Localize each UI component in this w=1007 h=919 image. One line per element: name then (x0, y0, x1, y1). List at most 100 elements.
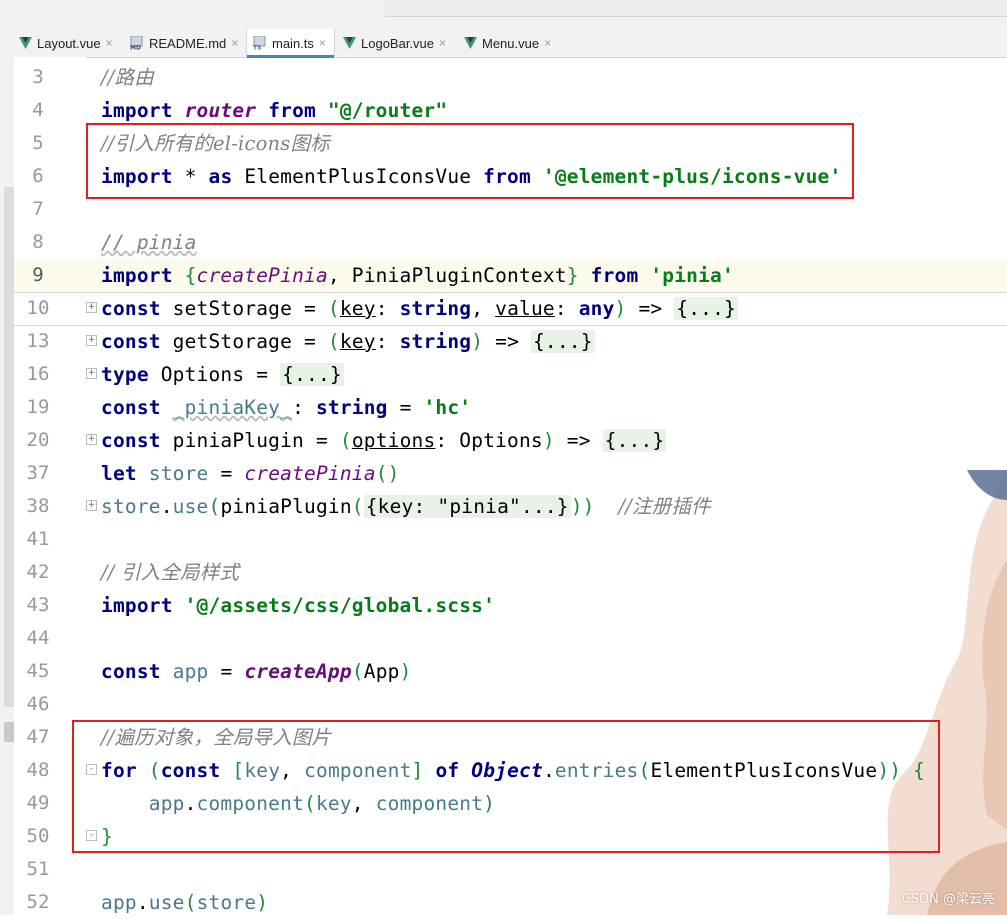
line-number: 7 (32, 198, 44, 220)
close-icon[interactable]: × (439, 36, 446, 50)
vue-file-icon (18, 36, 33, 50)
punctuation: , (327, 264, 340, 287)
close-icon[interactable]: × (319, 36, 326, 50)
operator: = (304, 297, 316, 320)
code-line[interactable]: 38 + store.use(piniaPlugin({key: "pinia"..… (14, 490, 1007, 523)
code-line[interactable]: 3 //路由 (14, 61, 1007, 94)
close-icon[interactable]: × (106, 36, 113, 50)
variable: app (101, 891, 137, 914)
parenthesis: ) (399, 660, 412, 683)
code-line[interactable]: 51 (14, 853, 1007, 886)
vue-file-icon (342, 36, 357, 50)
code-text: import '@/assets/css/global.scss' (101, 589, 495, 622)
code-line[interactable]: 49 app.component(key, component) (14, 787, 1007, 820)
punctuation: , (280, 759, 293, 782)
parameter: value (495, 297, 555, 320)
code-text: import router from "@/router" (101, 94, 447, 127)
code-line[interactable]: 46 (14, 688, 1007, 721)
code-text: // 引入全局样式 (101, 556, 239, 589)
keyword: of (435, 759, 460, 782)
string: '@/assets/css/global.scss' (184, 594, 496, 617)
operator: = (315, 429, 328, 452)
code-line[interactable]: 19 const _piniaKey_: string = 'hc' (14, 391, 1007, 424)
variable: app (172, 660, 209, 683)
code-line[interactable]: 42 // 引入全局样式 (14, 556, 1007, 589)
fold-expand-icon[interactable]: + (86, 500, 97, 511)
fold-collapse-icon[interactable]: - (86, 764, 97, 775)
code-line[interactable]: 44 (14, 622, 1007, 655)
method: use (172, 495, 209, 518)
code-line[interactable]: 37 let store = createPinia() (14, 457, 1007, 490)
line-number: 38 (26, 495, 50, 517)
watermark: CSDN @梁云亮 (901, 892, 995, 907)
line-number: 50 (26, 825, 50, 847)
tab-label: Menu.vue (482, 35, 540, 51)
code-line-current[interactable]: 9 import {createPinia, PiniaPluginContext… (14, 259, 1007, 293)
code-line[interactable]: 8 // pinia (14, 226, 1007, 259)
typescript-file-icon: TS (253, 36, 268, 50)
identifier: router (184, 99, 257, 122)
code-line[interactable]: 4 import router from "@/router" (14, 94, 1007, 127)
code-line[interactable]: 20 + const piniaPlugin = (options: Options… (14, 424, 1007, 457)
identifier: createPinia (196, 264, 328, 287)
fold-collapse-icon[interactable]: - (86, 830, 97, 841)
code-line[interactable]: 16 + type Options = {...} (14, 358, 1007, 391)
operator: * (184, 165, 197, 188)
parenthesis: ( (148, 759, 161, 782)
code-line[interactable]: 13 + const getStorage = (key: string) => {… (14, 325, 1007, 358)
code-line[interactable]: 52 app.use(store) (14, 886, 1007, 919)
parenthesis: ( (184, 891, 197, 914)
folded-region[interactable]: {...} (602, 429, 667, 452)
tab-menu-vue[interactable]: Menu.vue × (463, 29, 551, 57)
line-number: 48 (26, 759, 50, 781)
punctuation: . (184, 792, 197, 815)
keyword: import (101, 165, 173, 188)
line-number: 43 (26, 594, 50, 616)
code-line[interactable]: 6 import * as ElementPlusIconsVue from '@… (14, 160, 1007, 193)
folded-region[interactable]: {...} (674, 297, 738, 320)
code-text: app.use(store) (101, 886, 268, 919)
keyword: from (268, 99, 316, 122)
code-line[interactable]: 5 //引入所有的el-icons图标 (14, 127, 1007, 160)
code-line[interactable]: 43 import '@/assets/css/global.scss' (14, 589, 1007, 622)
parameter: key (339, 330, 376, 353)
code-line[interactable]: 50 -} (14, 820, 1007, 853)
code-text: } (101, 820, 113, 853)
tab-logobar-vue[interactable]: LogoBar.vue × (342, 29, 446, 57)
code-line[interactable]: 45 const app = createApp(App) (14, 655, 1007, 688)
left-tool-strip (0, 57, 14, 915)
fold-expand-icon[interactable]: + (86, 302, 97, 313)
code-line[interactable]: 7 (14, 193, 1007, 226)
close-icon[interactable]: × (231, 36, 238, 50)
code-text: const piniaPlugin = (options: Options) =… (101, 429, 667, 452)
code-line[interactable]: 10 + const setStorage = (key: string, valu… (14, 292, 1007, 326)
tab-readme-md[interactable]: MD README.md × (130, 29, 238, 57)
line-number: 51 (26, 858, 50, 880)
fold-expand-icon[interactable]: + (86, 335, 97, 346)
code-line[interactable]: 48 - for (const [key, component] of Object… (14, 754, 1007, 787)
keyword: import (101, 264, 173, 287)
line-number: 37 (26, 462, 50, 484)
folded-region[interactable]: {key: "pinia"...} (363, 495, 571, 518)
string: 'pinia' (650, 264, 734, 287)
keyword: const (101, 297, 161, 320)
tab-main-ts[interactable]: TS main.ts × (246, 29, 335, 58)
brace: { (184, 264, 197, 287)
identifier: Options (160, 363, 245, 386)
folded-region[interactable]: {...} (530, 330, 595, 353)
tab-layout-vue[interactable]: Layout.vue × (18, 29, 113, 57)
punctuation: . (542, 759, 555, 782)
punctuation: , (351, 792, 364, 815)
tab-label: main.ts (272, 35, 314, 51)
fold-expand-icon[interactable]: + (86, 434, 97, 445)
variable: key (315, 792, 352, 815)
close-icon[interactable]: × (544, 36, 551, 50)
keyword: const (101, 330, 161, 353)
fold-expand-icon[interactable]: + (86, 368, 97, 379)
code-line[interactable]: 41 (14, 523, 1007, 556)
markdown-file-icon: MD (130, 36, 145, 50)
folded-region[interactable]: {...} (280, 363, 344, 386)
code-line[interactable]: 47 //遍历对象，全局导入图片 (14, 721, 1007, 754)
vue-file-icon (463, 36, 478, 50)
parenthesis: )) (570, 495, 595, 518)
